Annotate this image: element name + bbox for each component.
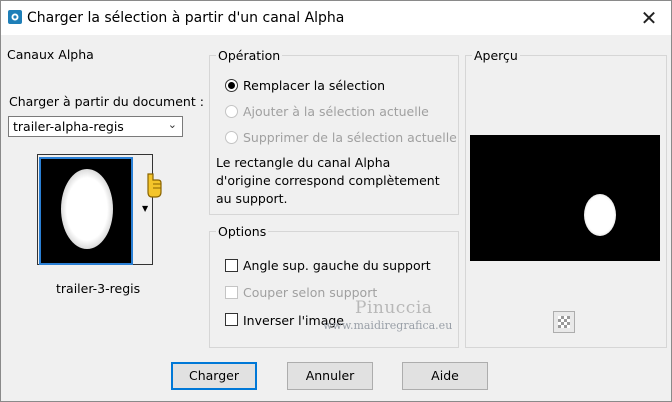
load-button[interactable]: Charger [171, 362, 257, 390]
preview-group-label: Aperçu [472, 48, 520, 63]
document-select[interactable]: trailer-alpha-regis ⌄ [8, 116, 183, 137]
options-group-label: Options [216, 224, 269, 239]
alpha-ellipse-shape [61, 169, 113, 249]
title-bar: Charger la sélection à partir d'un canal… [1, 1, 671, 35]
radio-subtract-selection[interactable] [225, 131, 238, 144]
operation-group-label: Opération [216, 48, 283, 63]
transparency-icon [558, 316, 570, 328]
radio-add-selection[interactable] [225, 105, 238, 118]
transparency-toggle-button[interactable] [553, 311, 575, 333]
cancel-button[interactable]: Annuler [287, 362, 373, 390]
radio-add-selection-label: Ajouter à la sélection actuelle [243, 104, 429, 119]
source-document-label: Charger à partir du document : [9, 94, 204, 109]
checkbox-top-left-corner[interactable] [225, 259, 238, 272]
radio-replace-selection[interactable] [225, 79, 238, 92]
radio-replace-selection-label: Remplacer la sélection [243, 78, 386, 93]
close-icon[interactable]: ✕ [637, 6, 661, 30]
help-button[interactable]: Aide [402, 362, 488, 390]
channel-thumbnail[interactable] [39, 157, 133, 265]
watermark-name: Pinuccia [355, 298, 433, 318]
app-icon [8, 10, 22, 24]
alpha-channels-group-label: Canaux Alpha [5, 47, 96, 62]
preview-canvas [470, 135, 660, 261]
operation-info-line-1: Le rectangle du canal Alpha [216, 155, 391, 170]
operation-info-line-2: d'origine correspond complètement [216, 173, 440, 188]
checkbox-invert-image[interactable] [225, 313, 238, 326]
preview-ellipse-shape [584, 194, 616, 236]
checkbox-top-left-corner-label: Angle sup. gauche du support [243, 258, 431, 273]
window-title: Charger la sélection à partir d'un canal… [27, 10, 345, 26]
operation-info-line-3: au support. [216, 191, 288, 206]
hand-pointer-icon [147, 173, 162, 198]
checkbox-clip-to-canvas[interactable] [225, 286, 238, 299]
chevron-down-icon: ⌄ [167, 118, 177, 131]
dialog-window: Charger la sélection à partir d'un canal… [0, 0, 672, 402]
channel-name: trailer-3-regis [56, 281, 141, 296]
document-select-value: trailer-alpha-regis [13, 119, 124, 134]
radio-subtract-selection-label: Supprimer de la sélection actuelle [243, 130, 457, 145]
thumbnail-dropdown-arrow[interactable]: ▼ [142, 204, 148, 213]
watermark-url: www.maidiregrafica.eu [323, 319, 453, 332]
